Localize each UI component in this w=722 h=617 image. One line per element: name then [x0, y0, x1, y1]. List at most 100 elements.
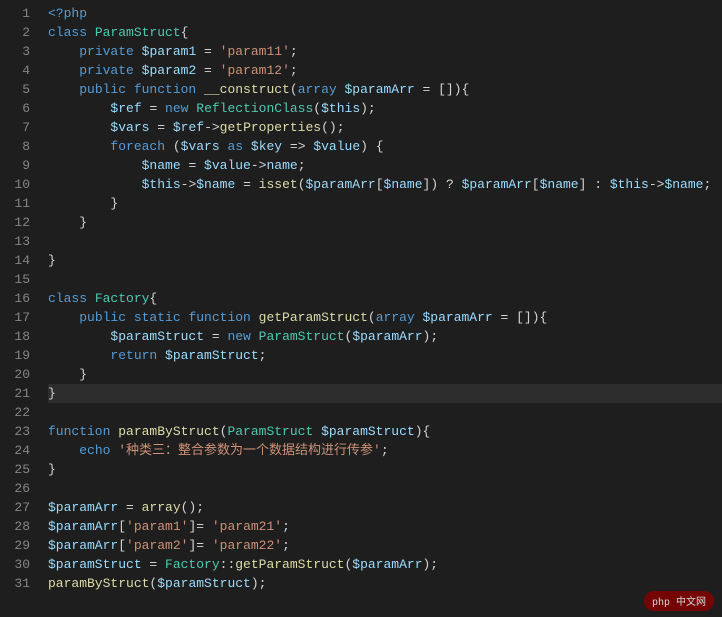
code-line[interactable]: [48, 232, 722, 251]
code-line[interactable]: [48, 270, 722, 289]
code-line[interactable]: $paramStruct = new ParamStruct($paramArr…: [48, 327, 722, 346]
code-token: 'param1': [126, 519, 188, 534]
code-token: =: [181, 158, 204, 173]
watermark-badge: php 中文网: [644, 591, 714, 611]
code-line[interactable]: foreach ($vars as $key => $value) {: [48, 137, 722, 156]
code-token: ;: [282, 538, 290, 553]
code-token: ]) ?: [423, 177, 462, 192]
code-line[interactable]: }: [48, 384, 722, 403]
code-token: $paramStruct: [157, 576, 251, 591]
code-line[interactable]: public static function getParamStruct(ar…: [48, 308, 722, 327]
code-token: $ref: [173, 120, 204, 135]
code-token: array: [142, 500, 181, 515]
code-editor[interactable]: 1234567891011121314151617181920212223242…: [0, 0, 722, 617]
code-token: $vars: [181, 139, 220, 154]
code-token: Factory: [165, 557, 220, 572]
code-token: getParamStruct: [259, 310, 368, 325]
code-line[interactable]: $ref = new ReflectionClass($this);: [48, 99, 722, 118]
code-line[interactable]: }: [48, 460, 722, 479]
code-line[interactable]: }: [48, 213, 722, 232]
code-token: );: [423, 557, 439, 572]
code-token: '种类三：整合参数为一个数据结构进行传参': [118, 443, 381, 458]
code-token: private: [79, 44, 141, 59]
code-line[interactable]: }: [48, 365, 722, 384]
code-line[interactable]: <?php: [48, 4, 722, 23]
code-token: new: [227, 329, 258, 344]
code-token: =: [149, 120, 172, 135]
code-token: ]=: [188, 519, 211, 534]
code-token: ->: [181, 177, 197, 192]
code-token: 'param11': [220, 44, 290, 59]
code-token: __construct: [204, 82, 290, 97]
line-number: 30: [6, 555, 30, 574]
code-line[interactable]: private $param1 = 'param11';: [48, 42, 722, 61]
code-token: =: [118, 500, 141, 515]
code-token: $key: [251, 139, 282, 154]
code-line[interactable]: $name = $value->name;: [48, 156, 722, 175]
code-token: ParamStruct: [95, 25, 181, 40]
code-token: );: [251, 576, 267, 591]
code-token: $name: [142, 158, 181, 173]
code-token: $value: [313, 139, 360, 154]
code-line[interactable]: paramByStruct($paramStruct);: [48, 574, 722, 593]
code-line[interactable]: [48, 403, 722, 422]
code-line[interactable]: function paramByStruct(ParamStruct $para…: [48, 422, 722, 441]
code-line[interactable]: private $param2 = 'param12';: [48, 61, 722, 80]
code-line[interactable]: $paramArr['param2']= 'param22';: [48, 536, 722, 555]
code-token: ;: [282, 519, 290, 534]
code-token: );: [360, 101, 376, 116]
line-number: 5: [6, 80, 30, 99]
line-number: 21: [6, 384, 30, 403]
code-token: (: [368, 310, 376, 325]
code-line[interactable]: $paramArr = array();: [48, 498, 722, 517]
code-token: ();: [321, 120, 344, 135]
line-number: 26: [6, 479, 30, 498]
code-token: = []: [415, 82, 454, 97]
code-token: $this: [610, 177, 649, 192]
code-line[interactable]: $this->$name = isset($paramArr[$name]) ?…: [48, 175, 722, 194]
code-line[interactable]: class ParamStruct{: [48, 23, 722, 42]
line-number: 17: [6, 308, 30, 327]
code-token: static: [134, 310, 189, 325]
code-token: $value: [204, 158, 251, 173]
code-line[interactable]: $paramStruct = Factory::getParamStruct($…: [48, 555, 722, 574]
code-token: = []: [493, 310, 532, 325]
code-token: getProperties: [220, 120, 321, 135]
line-number: 13: [6, 232, 30, 251]
code-token: $paramArr: [306, 177, 376, 192]
code-token: $paramArr: [48, 538, 118, 553]
code-line[interactable]: $paramArr['param1']= 'param21';: [48, 517, 722, 536]
code-line[interactable]: echo '种类三：整合参数为一个数据结构进行传参';: [48, 441, 722, 460]
line-number: 12: [6, 213, 30, 232]
code-token: $paramStruct: [321, 424, 415, 439]
code-token: function: [134, 82, 204, 97]
code-token: public: [79, 82, 134, 97]
code-token: }: [79, 215, 87, 230]
line-number: 1: [6, 4, 30, 23]
code-token: $paramArr: [352, 329, 422, 344]
code-area[interactable]: <?phpclass ParamStruct{ private $param1 …: [40, 0, 722, 617]
code-token: }: [48, 462, 56, 477]
code-token: paramByStruct: [118, 424, 219, 439]
line-number: 6: [6, 99, 30, 118]
code-token: class: [48, 291, 95, 306]
code-line[interactable]: class Factory{: [48, 289, 722, 308]
code-token: ReflectionClass: [196, 101, 313, 116]
line-number: 16: [6, 289, 30, 308]
code-token: (: [298, 177, 306, 192]
code-line[interactable]: return $paramStruct;: [48, 346, 722, 365]
code-line[interactable]: }: [48, 194, 722, 213]
code-token: $param1: [142, 44, 197, 59]
line-number: 28: [6, 517, 30, 536]
code-line[interactable]: $vars = $ref->getProperties();: [48, 118, 722, 137]
code-token: 'param12': [220, 63, 290, 78]
line-number: 23: [6, 422, 30, 441]
code-token: ParamStruct: [227, 424, 321, 439]
code-token: 'param21': [212, 519, 282, 534]
line-number: 14: [6, 251, 30, 270]
code-token: $param2: [142, 63, 197, 78]
code-line[interactable]: }: [48, 251, 722, 270]
line-number: 3: [6, 42, 30, 61]
code-line[interactable]: [48, 479, 722, 498]
code-line[interactable]: public function __construct(array $param…: [48, 80, 722, 99]
